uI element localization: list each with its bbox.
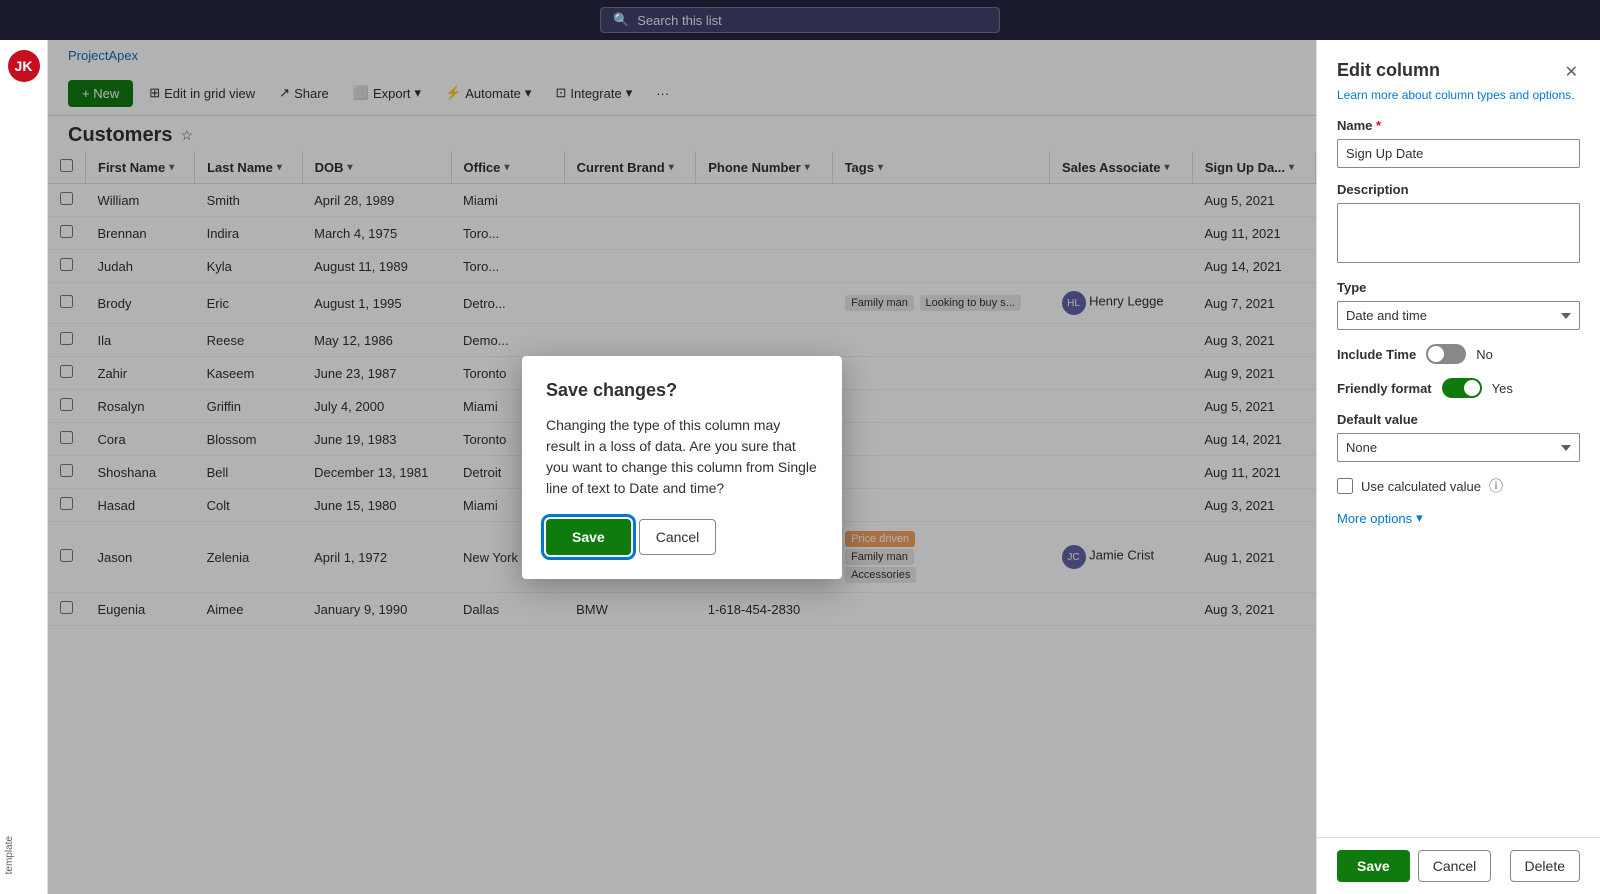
panel-cancel-button[interactable]: Cancel	[1418, 850, 1492, 882]
panel-save-button[interactable]: Save	[1337, 850, 1410, 882]
search-placeholder: Search this list	[637, 13, 722, 28]
include-time-row: Include Time No	[1337, 344, 1580, 364]
search-icon: 🔍	[613, 12, 629, 28]
dialog-actions: Save Cancel	[546, 519, 818, 555]
top-bar: 🔍 Search this list	[0, 0, 1600, 40]
dialog-save-button[interactable]: Save	[546, 519, 631, 555]
friendly-format-label: Friendly format	[1337, 381, 1432, 396]
include-time-value: No	[1476, 347, 1493, 362]
chevron-down-icon: ▾	[1416, 510, 1423, 526]
required-star: *	[1376, 118, 1381, 133]
name-field-label: Name *	[1337, 118, 1580, 133]
edit-panel-header: Edit column ✕	[1337, 60, 1580, 84]
default-value-select[interactable]: None	[1337, 433, 1580, 462]
more-options-button[interactable]: More options ▾	[1337, 510, 1423, 526]
description-input[interactable]	[1337, 203, 1580, 263]
friendly-format-row: Friendly format Yes	[1337, 378, 1580, 398]
type-select[interactable]: Date and time Single line of text Multip…	[1337, 301, 1580, 330]
panel-footer: Save Cancel Delete	[1317, 837, 1600, 894]
save-dialog: Save changes? Changing the type of this …	[522, 356, 842, 579]
list-area: ProjectApex + New ⊞ Edit in grid view ↗ …	[48, 40, 1316, 894]
use-calculated-label: Use calculated value	[1361, 479, 1481, 494]
learn-more-link[interactable]: Learn more about column types and option…	[1337, 88, 1580, 102]
main-content: JK template ProjectApex + New ⊞ Edit in …	[0, 40, 1600, 894]
panel-delete-button[interactable]: Delete	[1510, 850, 1580, 882]
template-label: template	[4, 836, 15, 874]
description-field-label: Description	[1337, 182, 1580, 197]
default-value-label: Default value	[1337, 412, 1580, 427]
include-time-toggle[interactable]	[1426, 344, 1466, 364]
edit-panel: Edit column ✕ Learn more about column ty…	[1316, 40, 1600, 894]
friendly-format-value: Yes	[1492, 381, 1513, 396]
dialog-body: Changing the type of this column may res…	[546, 415, 818, 499]
type-field-label: Type	[1337, 280, 1580, 295]
edit-panel-title: Edit column	[1337, 60, 1440, 81]
friendly-format-toggle[interactable]	[1442, 378, 1482, 398]
use-calculated-row: Use calculated value ⓘ	[1337, 476, 1580, 496]
sidebar: JK template	[0, 40, 48, 894]
use-calculated-checkbox[interactable]	[1337, 478, 1353, 494]
dialog-title: Save changes?	[546, 380, 818, 401]
dialog-cancel-button[interactable]: Cancel	[639, 519, 717, 555]
name-input[interactable]	[1337, 139, 1580, 168]
info-icon[interactable]: ⓘ	[1489, 476, 1503, 496]
modal-overlay: Save changes? Changing the type of this …	[48, 40, 1316, 894]
search-box[interactable]: 🔍 Search this list	[600, 7, 1000, 33]
app-icon[interactable]: JK	[8, 50, 40, 82]
close-panel-button[interactable]: ✕	[1563, 60, 1580, 84]
include-time-label: Include Time	[1337, 347, 1416, 362]
